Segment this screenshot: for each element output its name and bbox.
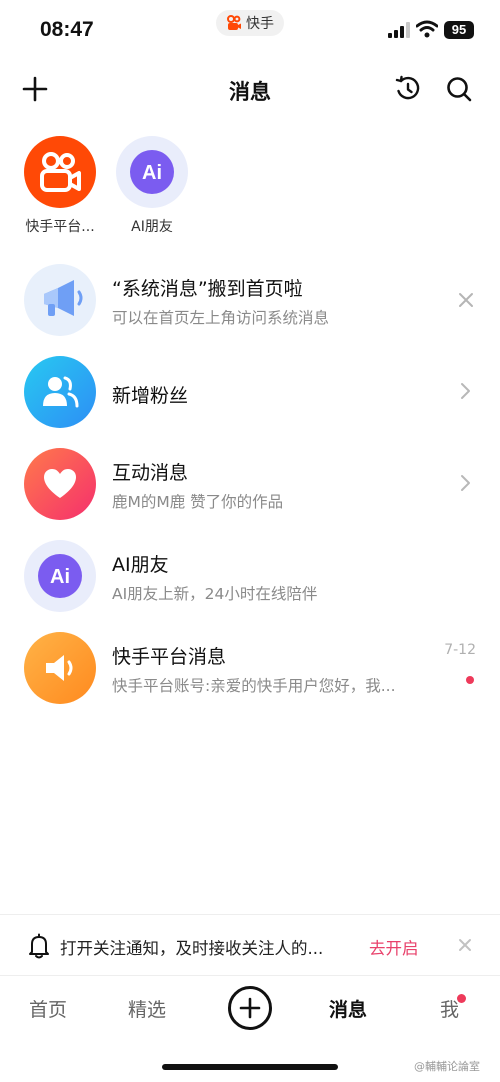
plus-icon xyxy=(239,997,261,1019)
history-icon[interactable] xyxy=(394,75,422,103)
status-app-name: 快手 xyxy=(246,16,274,32)
list-item-title: 快手平台消息 xyxy=(112,646,227,668)
tab-messages[interactable]: 消息 xyxy=(329,995,367,1022)
megaphone-icon xyxy=(24,264,96,336)
status-bar: 08:47 快手 95 xyxy=(0,0,500,60)
list-item-interactions[interactable]: 互动消息 鹿M的M鹿 赞了你的作品 xyxy=(0,438,500,530)
header: 消息 xyxy=(0,60,500,120)
ai-icon: Ai xyxy=(24,540,96,612)
enable-notification-link[interactable]: 去开启 xyxy=(369,935,419,959)
chevron-right-icon xyxy=(461,383,470,399)
create-button[interactable] xyxy=(228,986,272,1030)
page-title: 消息 xyxy=(229,80,271,104)
quick-contact-kuaishou[interactable]: 快手平台... xyxy=(15,136,105,236)
notice-text: 打开关注通知，及时接收关注人的... xyxy=(60,939,324,958)
list-item-title: “系统消息”搬到首页啦 xyxy=(112,278,303,300)
signal-icon xyxy=(388,22,410,38)
tab-me-badge xyxy=(457,994,466,1003)
search-icon[interactable] xyxy=(445,75,473,103)
add-icon[interactable] xyxy=(22,76,48,102)
home-indicator xyxy=(162,1064,338,1070)
bell-icon xyxy=(29,933,49,959)
list-item-title: 互动消息 xyxy=(112,462,189,484)
ai-icon: Ai xyxy=(116,136,188,208)
list-item-subtitle: 鹿M的M鹿 赞了你的作品 xyxy=(112,493,284,511)
list-item-subtitle: AI朋友上新，24小时在线陪伴 xyxy=(112,585,318,603)
bottom-tab-bar: 首页 精选 消息 我 xyxy=(0,977,500,1047)
unread-dot xyxy=(466,676,474,684)
list-item-subtitle: 快手平台账号:亲爱的快手用户您好，我... xyxy=(112,677,396,695)
battery-indicator: 95 xyxy=(444,21,474,39)
close-icon[interactable] xyxy=(457,937,473,953)
list-item-title: AI朋友 xyxy=(112,554,169,576)
list-item-platform-message[interactable]: 快手平台消息 快手平台账号:亲爱的快手用户您好，我... 7-12 xyxy=(0,622,500,714)
list-item-subtitle: 可以在首页左上角访问系统消息 xyxy=(112,309,330,327)
quick-contact-label: AI朋友 xyxy=(131,219,173,235)
kuaishou-small-icon xyxy=(227,15,241,30)
fans-icon xyxy=(24,356,96,428)
heart-icon xyxy=(24,448,96,520)
quick-contact-ai[interactable]: Ai AI朋友 xyxy=(107,136,197,236)
speaker-icon xyxy=(24,632,96,704)
tab-home[interactable]: 首页 xyxy=(29,995,67,1022)
list-item-new-fans[interactable]: 新增粉丝 xyxy=(0,346,500,438)
svg-text:Ai: Ai xyxy=(142,162,162,184)
quick-contact-label: 快手平台... xyxy=(25,219,95,235)
close-icon[interactable] xyxy=(458,292,474,308)
list-item-date: 7-12 xyxy=(444,642,476,658)
wifi-icon xyxy=(416,20,438,38)
list-item-title: 新增粉丝 xyxy=(112,385,189,407)
svg-text:Ai: Ai xyxy=(50,566,70,588)
status-app-pill[interactable]: 快手 xyxy=(216,10,284,36)
kuaishou-logo-icon xyxy=(24,136,96,208)
watermark: @輔輔论論室 xyxy=(414,1060,480,1073)
follow-notification-banner: 打开关注通知，及时接收关注人的... 去开启 xyxy=(0,914,500,976)
list-item-system-notice[interactable]: “系统消息”搬到首页啦 可以在首页左上角访问系统消息 xyxy=(0,254,500,346)
list-item-ai-friend[interactable]: Ai AI朋友 AI朋友上新，24小时在线陪伴 xyxy=(0,530,500,622)
tab-featured[interactable]: 精选 xyxy=(128,995,166,1022)
status-time: 08:47 xyxy=(40,18,94,41)
chevron-right-icon xyxy=(461,475,470,491)
